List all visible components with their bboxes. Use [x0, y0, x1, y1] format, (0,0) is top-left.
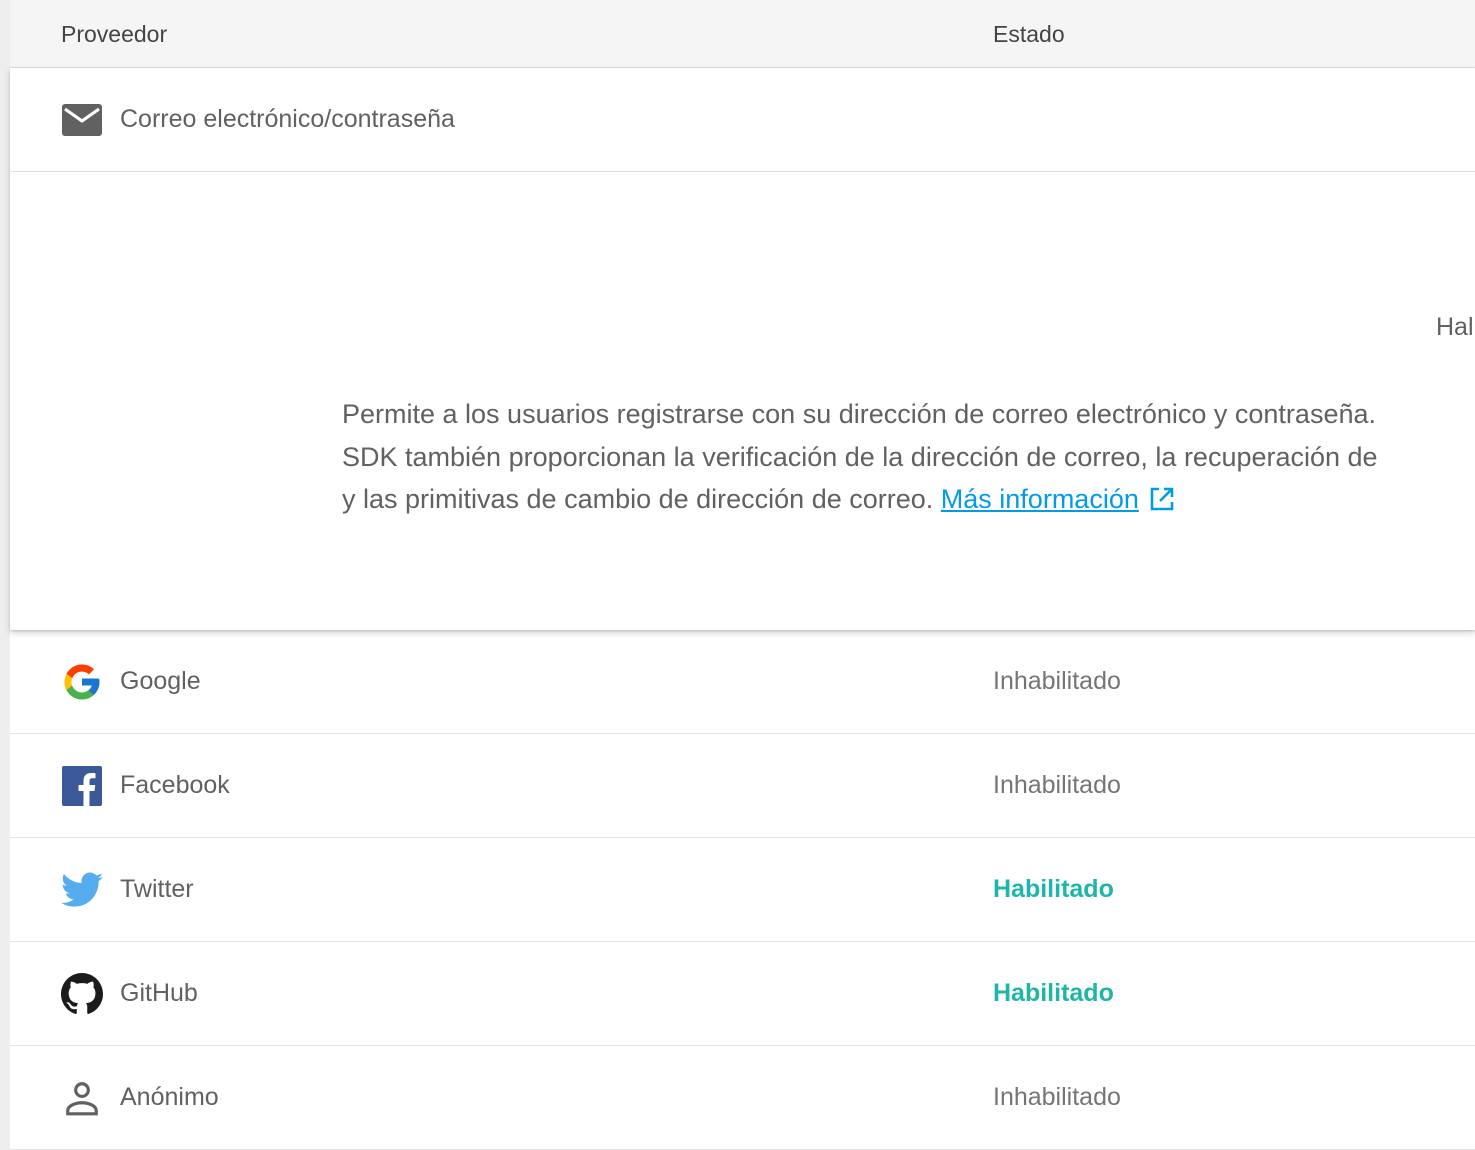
- provider-label: GitHub: [120, 979, 198, 1007]
- provider-label: Anónimo: [120, 1083, 219, 1111]
- provider-cell: Google: [61, 630, 201, 733]
- provider-label: Google: [120, 667, 201, 695]
- table-row[interactable]: GitHub Habilitado: [10, 942, 1475, 1046]
- provider-label: Facebook: [120, 771, 230, 799]
- provider-cell: Anónimo: [61, 1046, 219, 1149]
- github-icon: [61, 972, 103, 1015]
- email-provider-description: Permite a los usuarios registrarse con s…: [342, 393, 1475, 525]
- provider-cell: Facebook: [61, 734, 230, 837]
- email-provider-expanded-panel: Correo electrónico/contraseña Hal Permit…: [10, 68, 1475, 630]
- description-text: y las primitivas de cambio de dirección …: [342, 484, 934, 514]
- external-link-icon[interactable]: [1149, 482, 1175, 525]
- table-header: Proveedor Estado: [10, 0, 1475, 68]
- sign-in-providers-table: Proveedor Estado Correo electrónico/cont…: [10, 0, 1475, 1150]
- provider-column-header: Proveedor: [61, 21, 168, 47]
- person-icon: [61, 1077, 103, 1119]
- table-row[interactable]: Facebook Inhabilitado: [10, 734, 1475, 838]
- google-icon: [61, 661, 103, 703]
- provider-cell: Correo electrónico/contraseña: [61, 68, 455, 171]
- email-provider-row[interactable]: Correo electrónico/contraseña: [10, 68, 1475, 172]
- facebook-icon: [61, 765, 103, 807]
- status-value: Habilitado: [993, 875, 1114, 903]
- providers-list: Google Inhabilitado Facebook Inhabilitad…: [10, 630, 1475, 1150]
- twitter-icon: [61, 869, 103, 911]
- mail-icon: [61, 99, 103, 141]
- description-line: y las primitivas de cambio de dirección …: [342, 478, 1475, 525]
- provider-label: Correo electrónico/contraseña: [120, 105, 455, 133]
- table-row[interactable]: Anónimo Inhabilitado: [10, 1046, 1475, 1150]
- learn-more-link[interactable]: Más información: [941, 484, 1139, 514]
- description-line: SDK también proporcionan la verificación…: [342, 441, 1378, 472]
- status-value: Habilitado: [993, 979, 1114, 1007]
- status-value: Inhabilitado: [993, 771, 1121, 799]
- provider-label: Twitter: [120, 875, 194, 903]
- status-column-header: Estado: [993, 21, 1065, 47]
- status-value: Inhabilitado: [993, 667, 1121, 695]
- provider-cell: GitHub: [61, 942, 198, 1045]
- provider-cell: Twitter: [61, 838, 194, 941]
- status-value: Inhabilitado: [993, 1083, 1121, 1111]
- description-line: Permite a los usuarios registrarse con s…: [342, 399, 1376, 429]
- table-row[interactable]: Twitter Habilitado: [10, 838, 1475, 942]
- learn-more-label: Más información: [940, 484, 1139, 514]
- enable-toggle-label[interactable]: Hal: [1436, 313, 1474, 342]
- table-row[interactable]: Google Inhabilitado: [10, 630, 1475, 734]
